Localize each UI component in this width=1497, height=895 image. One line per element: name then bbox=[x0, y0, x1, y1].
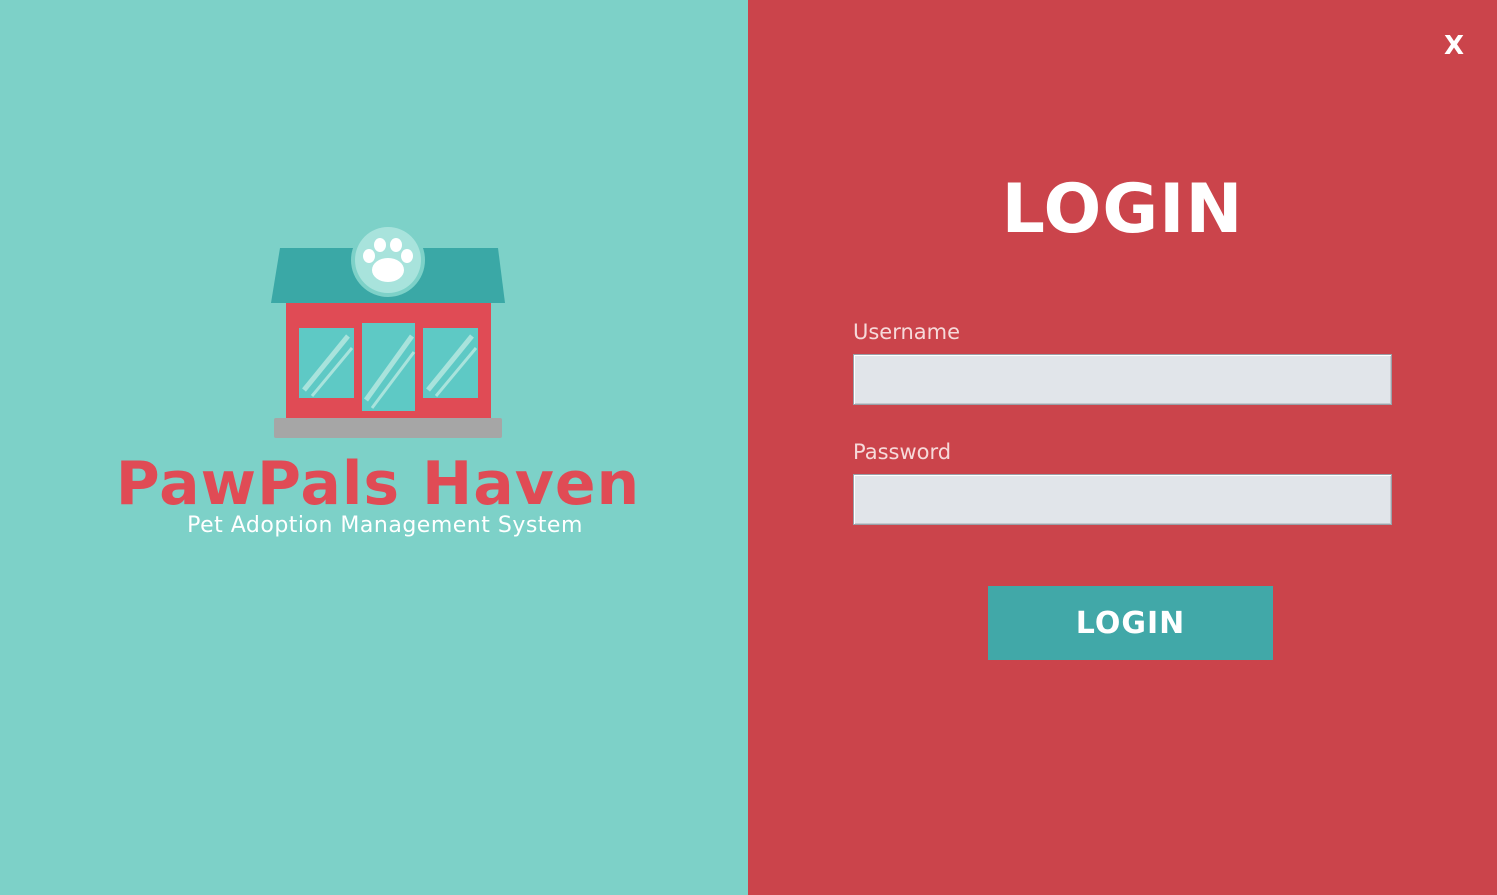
brand-name: PawPals Haven bbox=[115, 449, 641, 519]
brand-tagline: Pet Adoption Management System bbox=[187, 513, 583, 538]
close-icon[interactable]: X bbox=[1441, 30, 1467, 62]
branding-panel: PawPals Haven Pet Adoption Management Sy… bbox=[0, 0, 748, 895]
login-panel: X LOGIN Username Password LOGIN bbox=[748, 0, 1497, 895]
login-title: LOGIN bbox=[1001, 170, 1244, 249]
login-button[interactable]: LOGIN bbox=[988, 586, 1273, 660]
pet-shop-icon bbox=[271, 223, 505, 438]
password-label: Password bbox=[853, 440, 952, 464]
username-field[interactable] bbox=[853, 354, 1392, 405]
login-window: PawPals Haven Pet Adoption Management Sy… bbox=[0, 0, 1497, 895]
username-label: Username bbox=[853, 320, 961, 344]
password-field[interactable] bbox=[853, 474, 1392, 525]
